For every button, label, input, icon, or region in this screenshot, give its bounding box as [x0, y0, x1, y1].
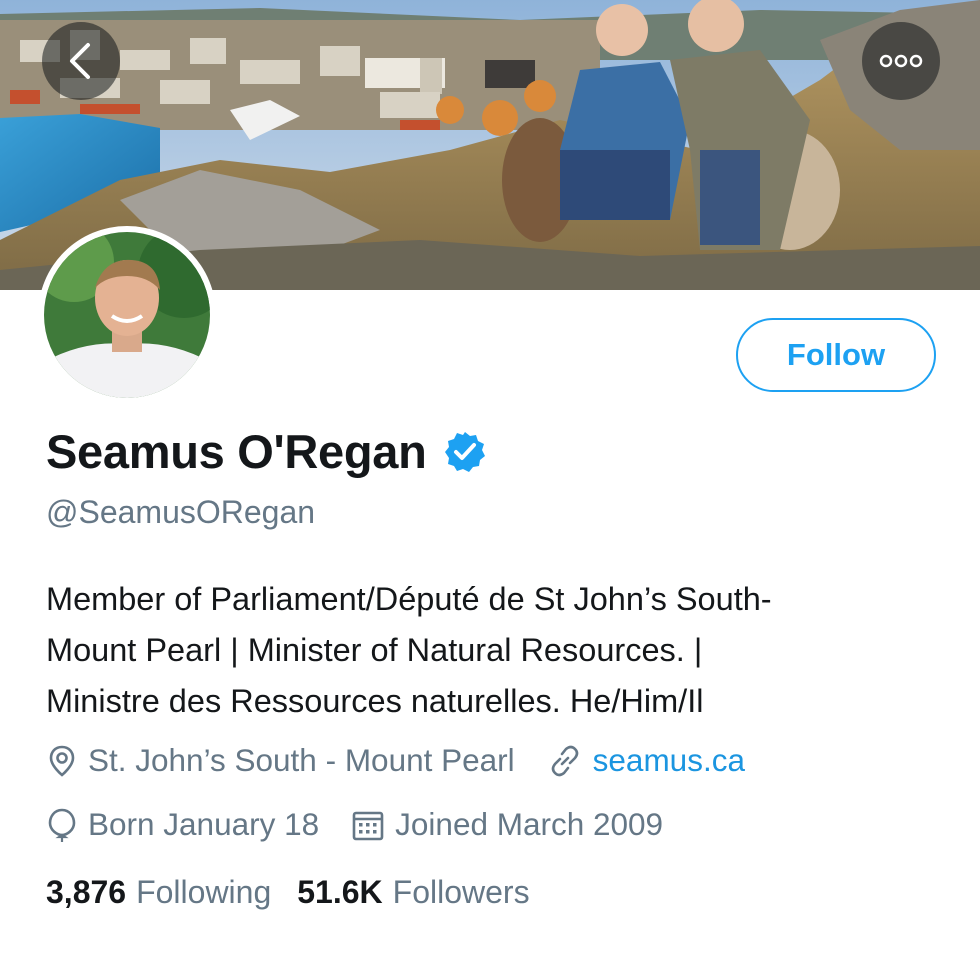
following-count: 3,876	[46, 874, 127, 910]
joined-item: Joined March 2009	[351, 806, 663, 843]
location-item: St. John’s South - Mount Pearl	[46, 742, 515, 779]
profile-avatar[interactable]	[38, 226, 216, 404]
avatar-image	[44, 232, 210, 398]
profile-meta-location-website: St. John’s South - Mount Pearl seamus.ca	[46, 742, 745, 779]
birthday-item: Born January 18	[46, 806, 319, 843]
bio-line: Mount Pearl | Minister of Natural Resour…	[46, 632, 703, 668]
more-options-button[interactable]	[862, 22, 940, 100]
profile-handle: @SeamusORegan	[46, 494, 316, 530]
location-text: St. John’s South - Mount Pearl	[88, 742, 515, 778]
calendar-icon	[352, 811, 384, 840]
followers-count: 51.6K	[297, 874, 383, 910]
verified-badge-icon	[444, 431, 485, 472]
balloon-icon	[48, 808, 76, 842]
chevron-left-icon	[70, 43, 90, 79]
profile-name-row: Seamus O'Regan	[46, 424, 487, 479]
following-label: Following	[136, 874, 272, 910]
profile-meta-dates: Born January 18 Joined March 2009	[46, 806, 663, 843]
profile-stats: 3,876 Following 51.6K Followers	[46, 874, 530, 911]
location-pin-icon	[49, 745, 75, 777]
following-stat[interactable]: 3,876 Following	[46, 874, 271, 911]
profile-name: Seamus O'Regan	[46, 425, 427, 478]
birthday-text: Born January 18	[88, 806, 320, 842]
bio-line: Member of Parliament/Député de St John’s…	[46, 581, 772, 617]
website-item[interactable]: seamus.ca	[547, 742, 745, 779]
joined-text: Joined March 2009	[395, 806, 664, 842]
website-link[interactable]: seamus.ca	[593, 742, 745, 779]
more-horizontal-icon	[879, 54, 923, 68]
profile-bio: Member of Parliament/Député de St John’s…	[46, 574, 946, 727]
follow-button[interactable]: Follow	[736, 318, 936, 392]
link-icon	[551, 745, 578, 776]
bio-line: Ministre des Ressources naturelles. He/H…	[46, 683, 704, 719]
followers-stat[interactable]: 51.6K Followers	[297, 874, 529, 911]
back-button[interactable]	[42, 22, 120, 100]
followers-label: Followers	[392, 874, 530, 910]
